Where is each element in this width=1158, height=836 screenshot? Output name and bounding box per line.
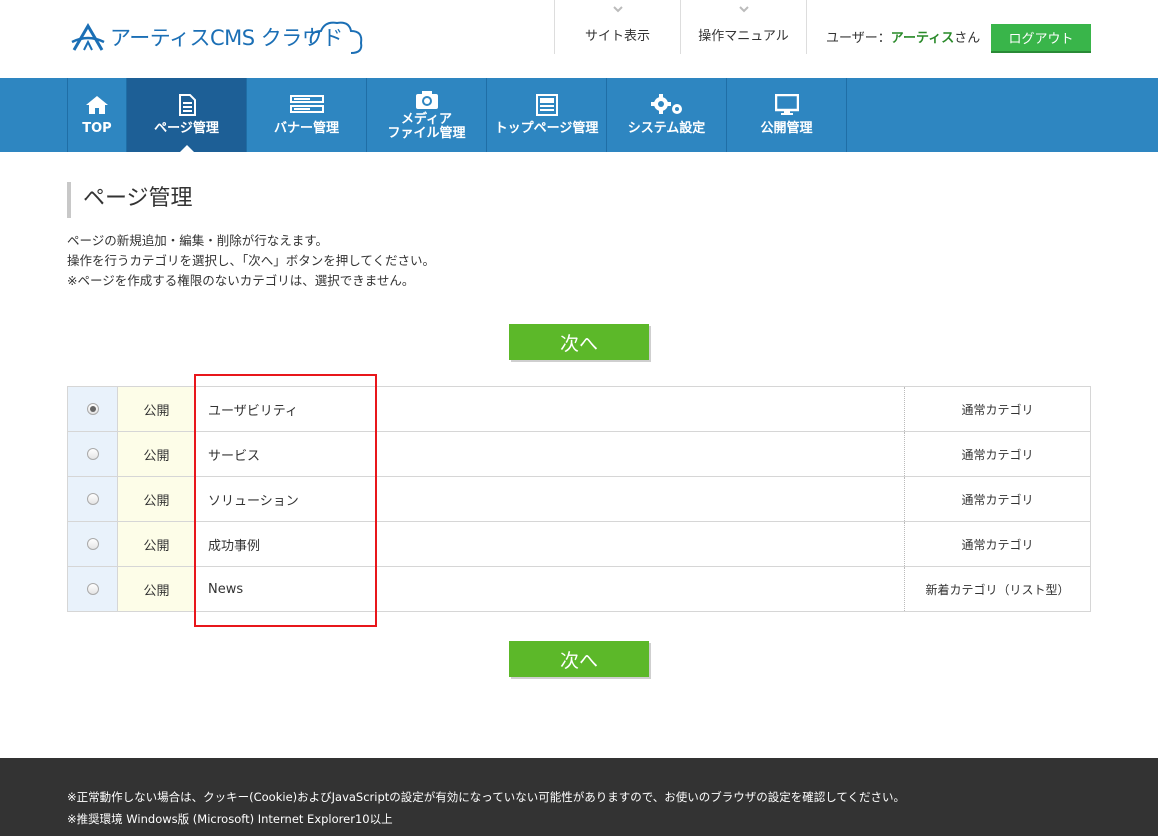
camera-icon bbox=[415, 91, 438, 109]
radio-cell[interactable] bbox=[67, 431, 118, 477]
nav-item-publish-management[interactable]: 公開管理 bbox=[727, 78, 847, 152]
header: アーティスCMS クラウド サイト表示 操作マニュアル ユーザー：アーティスさん… bbox=[0, 0, 1158, 78]
table-row[interactable]: 公開 News 新着カテゴリ（リスト型） bbox=[67, 566, 1091, 612]
gears-icon bbox=[650, 94, 682, 114]
table-row[interactable]: 公開 サービス 通常カテゴリ bbox=[67, 431, 1091, 477]
user-suffix: さん bbox=[954, 31, 981, 46]
nav-item-banner-management[interactable]: バナー管理 bbox=[247, 78, 367, 152]
user-name: アーティス bbox=[890, 31, 955, 46]
category-name: 成功事例 bbox=[195, 521, 905, 567]
category-radio[interactable] bbox=[86, 583, 99, 595]
header-divider bbox=[806, 0, 807, 54]
page-description: ページの新規追加・編集・削除が行なえます。 操作を行うカテゴリを選択し、「次へ」… bbox=[67, 231, 435, 291]
description-line: 操作を行うカテゴリを選択し、「次へ」ボタンを押してください。 bbox=[67, 253, 436, 268]
radio-cell[interactable] bbox=[67, 521, 118, 567]
document-icon bbox=[178, 94, 196, 116]
nav-item-top[interactable]: TOP bbox=[68, 78, 127, 152]
status-cell: 公開 bbox=[117, 566, 196, 612]
nav-item-system-settings[interactable]: システム設定 bbox=[607, 78, 727, 152]
nav-label-line1: メディア bbox=[400, 112, 453, 127]
radio-cell[interactable] bbox=[67, 386, 118, 432]
category-type: 通常カテゴリ bbox=[904, 386, 1091, 432]
chevron-down-icon bbox=[738, 6, 749, 13]
logo[interactable]: アーティスCMS クラウド bbox=[70, 14, 367, 60]
logo-triangle-icon bbox=[71, 23, 105, 51]
category-type: 通常カテゴリ bbox=[904, 431, 1091, 477]
nav-label: ページ管理 bbox=[154, 121, 219, 136]
page-title: ページ管理 bbox=[67, 182, 193, 218]
user-prefix: ユーザー： bbox=[826, 31, 891, 46]
nav-item-media-management[interactable]: メディア ファイル管理 bbox=[367, 78, 487, 152]
footer-notice: ※正常動作しない場合は、クッキー(Cookie)およびJavaScriptの設定… bbox=[67, 790, 906, 804]
manual-label: 操作マニュアル bbox=[698, 28, 789, 44]
home-icon bbox=[86, 96, 108, 114]
category-radio[interactable] bbox=[86, 403, 99, 415]
radio-cell[interactable] bbox=[67, 476, 118, 522]
category-name: News bbox=[195, 566, 905, 612]
manual-link[interactable]: 操作マニュアル bbox=[681, 0, 806, 54]
nav-label: システム設定 bbox=[627, 121, 706, 136]
logo-cloud-icon bbox=[309, 21, 363, 54]
logout-button[interactable]: ログアウト bbox=[991, 24, 1091, 51]
nav-label-line2: ファイル管理 bbox=[387, 126, 466, 141]
description-line: ※ページを作成する権限のないカテゴリは、選択できません。 bbox=[67, 273, 415, 288]
status-cell: 公開 bbox=[117, 521, 196, 567]
category-radio[interactable] bbox=[86, 448, 99, 460]
banner-icon bbox=[289, 95, 324, 113]
category-radio[interactable] bbox=[86, 538, 99, 550]
category-name: ユーザビリティ bbox=[195, 386, 905, 432]
next-button-bottom[interactable]: 次へ bbox=[509, 641, 649, 677]
category-type: 通常カテゴリ bbox=[904, 476, 1091, 522]
table-row[interactable]: 公開 成功事例 通常カテゴリ bbox=[67, 521, 1091, 567]
user-info: ユーザー：アーティスさん bbox=[826, 27, 980, 46]
description-line: ページの新規追加・編集・削除が行なえます。 bbox=[67, 233, 329, 248]
footer: ※正常動作しない場合は、クッキー(Cookie)およびJavaScriptの設定… bbox=[0, 758, 1158, 836]
next-button-top[interactable]: 次へ bbox=[509, 324, 649, 360]
layout-icon bbox=[535, 94, 558, 116]
category-name: サービス bbox=[195, 431, 905, 477]
table-row[interactable]: 公開 ソリューション 通常カテゴリ bbox=[67, 476, 1091, 522]
radio-cell[interactable] bbox=[67, 566, 118, 612]
nav-label: バナー管理 bbox=[273, 121, 339, 136]
category-table: 公開 ユーザビリティ 通常カテゴリ 公開 サービス 通常カテゴリ 公開 ソリュー… bbox=[67, 386, 1091, 612]
nav-label: TOP bbox=[82, 121, 112, 136]
status-cell: 公開 bbox=[117, 476, 196, 522]
category-name: ソリューション bbox=[195, 476, 905, 522]
category-type: 新着カテゴリ（リスト型） bbox=[904, 566, 1091, 612]
chevron-down-icon bbox=[612, 6, 623, 13]
monitor-icon bbox=[774, 94, 799, 115]
footer-recommended-env: ※推奨環境 Windows版 (Microsoft) Internet Expl… bbox=[67, 812, 393, 826]
table-row[interactable]: 公開 ユーザビリティ 通常カテゴリ bbox=[67, 386, 1091, 432]
nav-label: 公開管理 bbox=[760, 121, 813, 136]
status-cell: 公開 bbox=[117, 386, 196, 432]
nav-item-top-page-management[interactable]: トップページ管理 bbox=[487, 78, 607, 152]
nav-label: トップページ管理 bbox=[494, 121, 599, 136]
status-cell: 公開 bbox=[117, 431, 196, 477]
category-radio[interactable] bbox=[86, 493, 99, 505]
site-view-label: サイト表示 bbox=[584, 28, 650, 44]
nav-item-page-management[interactable]: ページ管理 bbox=[127, 78, 247, 152]
main-nav: TOP ページ管理 バナー管理 メディア ファイル管理 トップページ管理 システ… bbox=[0, 78, 1158, 152]
site-view-link[interactable]: サイト表示 bbox=[555, 0, 680, 54]
category-type: 通常カテゴリ bbox=[904, 521, 1091, 567]
